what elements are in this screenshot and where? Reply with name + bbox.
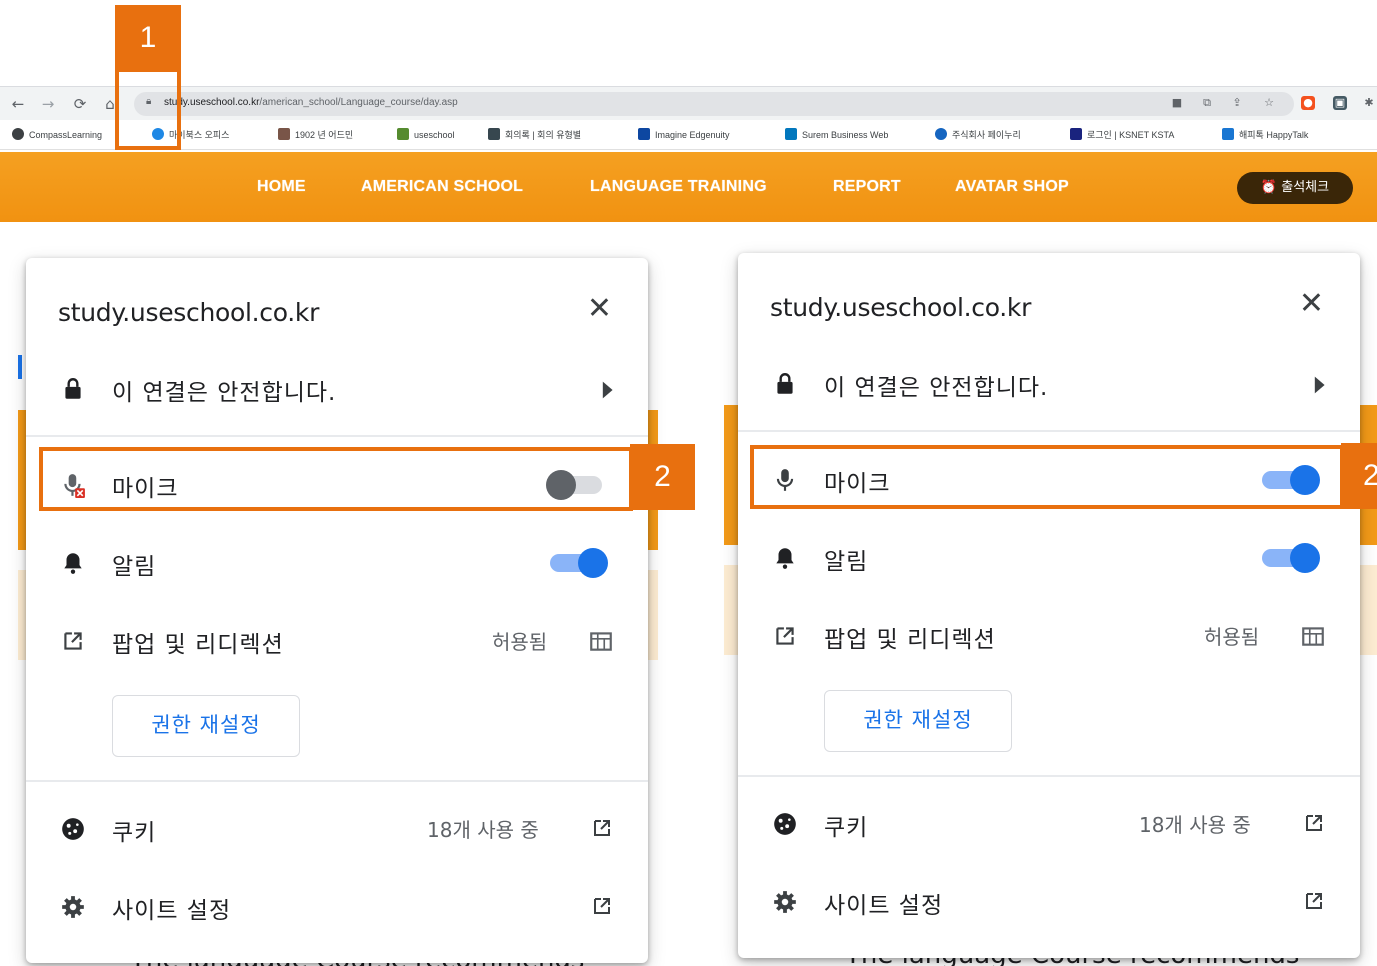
notification-row[interactable]: 알림	[26, 532, 648, 592]
divider	[26, 780, 648, 782]
callout-number: 1	[115, 5, 181, 71]
puzzle-icon[interactable]: ✱	[1362, 96, 1376, 110]
cookies-row[interactable]: 쿠키 18개 사용 중	[26, 798, 648, 858]
dropdown-icon[interactable]	[588, 628, 614, 654]
dropdown-icon[interactable]	[1300, 623, 1326, 649]
nav-avatar-shop[interactable]: AVATAR SHOP	[955, 178, 1069, 196]
site-info-popup: study.useschool.co.kr ✕ 이 연결은 안전합니다. 마이크…	[738, 253, 1360, 958]
camera-icon[interactable]: ■	[1170, 96, 1184, 110]
site-info-popup: study.useschool.co.kr ✕ 이 연결은 안전합니다. 마이크…	[26, 258, 648, 963]
lock-icon	[65, 378, 81, 399]
connection-row[interactable]: 이 연결은 안전합니다.	[738, 353, 1360, 413]
bookmark-item[interactable]: 1902 년 어드민	[278, 127, 353, 143]
close-icon[interactable]: ✕	[587, 294, 612, 324]
browser-toolbar: ← → ⟳ ⌂ 🔒︎ study.useschool.co.kr/america…	[0, 86, 1377, 120]
share-icon[interactable]: ⇪	[1230, 96, 1244, 110]
nav-home[interactable]: HOME	[257, 178, 306, 196]
divider	[738, 775, 1360, 777]
cookie-icon	[774, 813, 796, 835]
callout-number: 2	[630, 444, 695, 510]
notification-label: 알림	[112, 554, 157, 580]
chevron-right-icon	[1314, 376, 1325, 394]
back-icon[interactable]: ←	[8, 94, 28, 114]
callout-highlight	[750, 445, 1344, 509]
notification-toggle[interactable]	[550, 548, 608, 578]
bookmark-item[interactable]: 회의록 | 회의 유형별	[488, 127, 581, 143]
site-settings-row[interactable]: 사이트 설정	[26, 876, 648, 936]
reset-permissions-button[interactable]: 권한 재설정	[824, 690, 1012, 752]
bookmark-item[interactable]: Imagine Edgenuity	[638, 127, 730, 143]
bookmarks-bar: CompassLearning 마이북스 오피스 1902 년 어드민 uses…	[0, 120, 1377, 150]
star-icon[interactable]: ☆	[1262, 96, 1276, 110]
notification-toggle[interactable]	[1262, 543, 1320, 573]
cookie-icon	[62, 818, 84, 840]
gear-icon	[774, 891, 796, 913]
divider	[26, 435, 648, 437]
site-settings-row[interactable]: 사이트 설정	[738, 871, 1360, 931]
nav-american-school[interactable]: AMERICAN SCHOOL	[361, 178, 523, 196]
bell-icon	[64, 553, 82, 574]
bookmark-item[interactable]: useschool	[397, 127, 455, 143]
notification-label: 알림	[824, 549, 869, 575]
extension-icon[interactable]: ●	[1301, 96, 1315, 110]
reset-permissions-button[interactable]: 권한 재설정	[112, 695, 300, 757]
bookmark-item[interactable]: Surem Business Web	[785, 127, 888, 143]
popup-redirect-label: 팝업 및 리디렉션	[824, 627, 996, 653]
popup-title: study.useschool.co.kr	[58, 298, 320, 327]
attendance-button[interactable]: ⏰ 출석체크	[1237, 172, 1353, 204]
address-url: study.useschool.co.kr/american_school/La…	[164, 97, 458, 108]
divider	[738, 430, 1360, 432]
callout-highlight	[39, 447, 633, 511]
bookmark-item[interactable]: 로그인 | KSNET KSTA	[1070, 127, 1174, 143]
bookmark-item[interactable]: CompassLearning	[12, 127, 102, 143]
extension-icon[interactable]: ▣	[1333, 96, 1347, 110]
nav-language-training[interactable]: LANGUAGE TRAINING	[590, 178, 767, 196]
cookie-count: 18개 사용 중	[427, 818, 539, 842]
page-background	[18, 355, 22, 379]
connection-label: 이 연결은 안전합니다.	[112, 380, 337, 406]
open-external-icon	[1306, 815, 1322, 831]
translate-icon[interactable]: ⧉	[1200, 96, 1214, 110]
callout-number: 2	[1341, 443, 1377, 509]
open-external-icon	[594, 820, 610, 836]
lock-icon	[777, 373, 793, 394]
popup-redirect-row[interactable]: 팝업 및 리디렉션 허용됨	[738, 605, 1360, 665]
popup-redirect-row[interactable]: 팝업 및 리디렉션 허용됨	[26, 610, 648, 670]
cookie-count: 18개 사용 중	[1139, 813, 1251, 837]
notification-row[interactable]: 알림	[738, 527, 1360, 587]
cookies-row[interactable]: 쿠키 18개 사용 중	[738, 793, 1360, 853]
reload-icon[interactable]: ⟳	[70, 94, 90, 114]
chevron-right-icon	[602, 381, 613, 399]
cookies-label: 쿠키	[112, 820, 157, 846]
bell-icon	[776, 548, 794, 569]
open-external-icon	[594, 898, 610, 914]
popup-title: study.useschool.co.kr	[770, 293, 1032, 322]
gear-icon	[62, 896, 84, 918]
alarm-icon: ⏰	[1260, 180, 1282, 195]
connection-row[interactable]: 이 연결은 안전합니다.	[26, 358, 648, 418]
site-settings-label: 사이트 설정	[824, 893, 944, 919]
open-external-icon	[64, 632, 82, 650]
cookies-label: 쿠키	[824, 815, 869, 841]
site-settings-label: 사이트 설정	[112, 898, 232, 924]
address-bar[interactable]: 🔒︎ study.useschool.co.kr/american_school…	[134, 92, 1294, 116]
forward-icon[interactable]: →	[38, 94, 58, 114]
connection-label: 이 연결은 안전합니다.	[824, 375, 1049, 401]
permission-status: 허용됨	[1204, 625, 1260, 649]
close-icon[interactable]: ✕	[1299, 289, 1324, 319]
open-external-icon	[1306, 893, 1322, 909]
bookmark-item[interactable]: 주식회사 페이누리	[935, 127, 1021, 143]
bookmark-item[interactable]: 해피톡 HappyTalk	[1222, 127, 1308, 143]
permission-status: 허용됨	[492, 630, 548, 654]
popup-redirect-label: 팝업 및 리디렉션	[112, 632, 284, 658]
site-navigation: HOME AMERICAN SCHOOL LANGUAGE TRAINING R…	[0, 152, 1377, 222]
callout-highlight	[115, 68, 181, 150]
nav-report[interactable]: REPORT	[833, 178, 901, 196]
open-external-icon	[776, 627, 794, 645]
